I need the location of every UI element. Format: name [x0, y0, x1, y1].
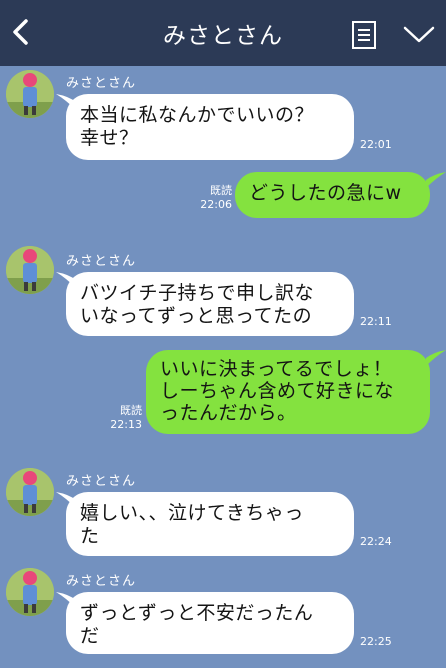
- message-line: しーちゃん含めて好きにな: [160, 380, 395, 402]
- message-line: 本当に私なんかでいいの？: [80, 104, 315, 126]
- notes-icon: [352, 21, 376, 49]
- message-bubble-incoming[interactable]: 嬉しい、、泣けてきちゃっ た: [66, 492, 354, 556]
- message-time: 22:25: [360, 635, 392, 648]
- message-line: ずっとずっと不安だったん: [80, 602, 314, 624]
- bubble-tail: [426, 350, 446, 366]
- avatar-photo-icon: [6, 468, 54, 516]
- message-line: 嬉しい、、泣けてきちゃっ: [80, 502, 304, 524]
- message-line: 幸せ？: [80, 127, 139, 149]
- avatar[interactable]: [6, 246, 54, 294]
- message-bubble-incoming[interactable]: 本当に私なんかでいいの？ 幸せ？: [66, 94, 354, 160]
- notes-button[interactable]: [350, 18, 380, 52]
- message-line: ったんだから。: [160, 402, 297, 424]
- chevron-down-icon: [403, 26, 435, 43]
- read-status: 既読 22:06: [196, 184, 232, 212]
- message-time: 22:01: [360, 138, 392, 151]
- message-time: 22:13: [110, 418, 142, 431]
- message-time: 22:06: [200, 198, 232, 211]
- message-time: 22:24: [360, 535, 392, 548]
- bubble-tail: [426, 172, 446, 188]
- read-status: 既読 22:13: [106, 404, 142, 432]
- message-bubble-outgoing[interactable]: いいに決まってるでしょ！ しーちゃん含めて好きにな ったんだから。: [146, 350, 430, 434]
- read-label: 既読: [210, 184, 232, 197]
- message-bubble-incoming[interactable]: バツイチ子持ちで申し訳な いなってずっと思ってたの: [66, 272, 354, 336]
- avatar-photo-icon: [6, 246, 54, 294]
- avatar[interactable]: [6, 468, 54, 516]
- avatar[interactable]: [6, 568, 54, 616]
- read-label: 既読: [120, 404, 142, 417]
- sender-name: みさとさん: [66, 254, 137, 269]
- message-bubble-incoming[interactable]: ずっとずっと不安だったん だ: [66, 592, 354, 654]
- sender-name: みさとさん: [66, 574, 137, 589]
- expand-button[interactable]: [400, 22, 438, 48]
- avatar[interactable]: [6, 70, 54, 118]
- message-bubble-outgoing[interactable]: どうしたの急にw: [235, 172, 430, 218]
- message-line: バツイチ子持ちで申し訳な: [80, 282, 315, 304]
- sender-name: みさとさん: [66, 474, 137, 489]
- message-line: いなってずっと思ってたの: [80, 305, 313, 327]
- message-line: いいに決まってるでしょ！: [160, 358, 393, 380]
- avatar-photo-icon: [6, 568, 54, 616]
- sender-name: みさとさん: [66, 76, 137, 91]
- avatar-photo-icon: [6, 70, 54, 118]
- message-time: 22:11: [360, 315, 392, 328]
- message-line: た: [80, 525, 100, 547]
- chat-header: みさとさん: [0, 0, 446, 66]
- message-line: どうしたの急にw: [249, 182, 402, 204]
- message-line: だ: [80, 625, 100, 647]
